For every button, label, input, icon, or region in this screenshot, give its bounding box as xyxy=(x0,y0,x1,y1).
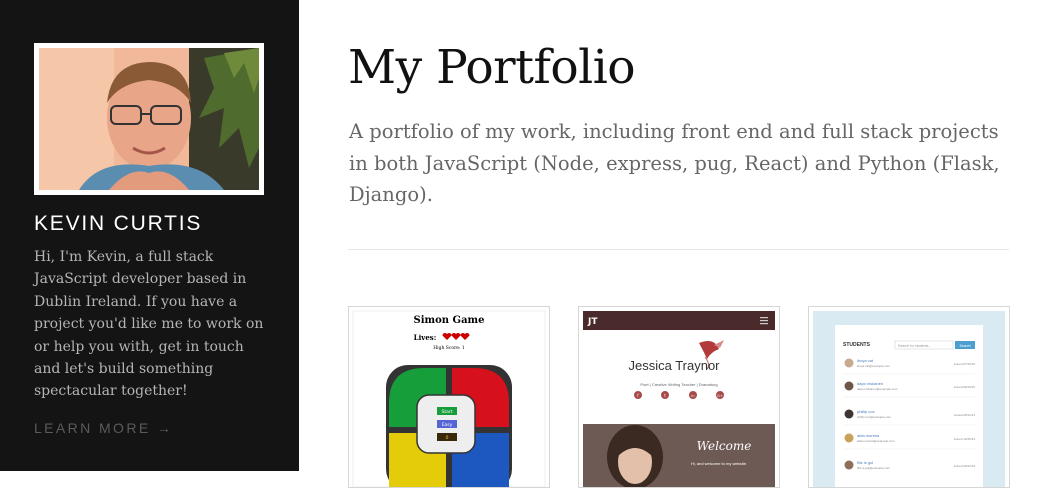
learn-more-link[interactable]: LEARN MORE → xyxy=(34,420,173,436)
svg-text:G+: G+ xyxy=(717,394,723,398)
avatar xyxy=(844,409,854,419)
svg-text:iboya vat: iboya vat xyxy=(857,358,874,363)
page-subtitle: A portfolio of my work, including front … xyxy=(349,120,1000,206)
profile-bio: Hi, I'm Kevin, a full stack JavaScript d… xyxy=(34,249,264,400)
svg-text:alda moreira: alda moreira xyxy=(857,433,880,438)
simon-title: Simon Game xyxy=(414,315,485,326)
hamburger-menu-icon[interactable] xyxy=(760,317,768,325)
project-thumbnail-students: STUDENTS Search for students... Search i… xyxy=(813,311,1005,487)
page-title: My Portfolio xyxy=(348,40,636,95)
avatar xyxy=(844,358,854,368)
project-thumbnail-jessica-traynor: JT Jessica Traynor Poet | Creative Writi… xyxy=(583,311,775,487)
portrait-photo xyxy=(607,425,663,487)
sidebar: KEVIN CURTIS Hi, I'm Kevin, a full stack… xyxy=(0,0,299,471)
project-card-simon-game[interactable]: Simon Game Lives: High Score: 1 Start Ea… xyxy=(348,306,550,488)
svg-text:Joined 07/15/15: Joined 07/15/15 xyxy=(954,362,976,366)
svg-text:Start: Start xyxy=(442,409,453,415)
jt-welcome: Welcome xyxy=(697,439,752,453)
jt-welcome-text: Hi, and welcome to my website. xyxy=(691,461,747,466)
svg-text:phillip cox: phillip cox xyxy=(857,409,875,414)
project-thumbnail-simon-game: Simon Game Lives: High Score: 1 Start Ea… xyxy=(352,310,546,487)
simon-lives-label: Lives: xyxy=(414,333,437,342)
avatar xyxy=(844,433,854,443)
jt-brand: JT xyxy=(587,317,598,327)
svg-text:alda.moreira@example.com: alda.moreira@example.com xyxy=(857,439,895,443)
avatar xyxy=(844,381,854,391)
profile-name: KEVIN CURTIS xyxy=(34,212,203,235)
svg-text:iboya.vat@example.com: iboya.vat@example.com xyxy=(857,364,890,368)
svg-text:in: in xyxy=(691,394,694,398)
svg-text:0: 0 xyxy=(446,435,449,441)
students-heading: STUDENTS xyxy=(843,342,871,348)
simon-high-score: High Score: 1 xyxy=(433,345,465,351)
svg-text:Joined 06/15/15: Joined 06/15/15 xyxy=(954,385,976,389)
svg-text:Joined 09/12/13: Joined 09/12/13 xyxy=(954,464,976,468)
svg-text:Joined 08/11/13: Joined 08/11/13 xyxy=(954,413,975,417)
avatar xyxy=(34,43,264,195)
svg-text:Easy: Easy xyxy=(442,422,453,428)
avatar xyxy=(844,460,854,470)
profile-photo xyxy=(39,48,259,190)
svg-text:Search: Search xyxy=(959,344,970,348)
svg-text:Search for students...: Search for students... xyxy=(898,344,931,348)
svg-text:phillip.cox@example.com: phillip.cox@example.com xyxy=(857,415,892,419)
jt-tagline: Poet | Creative Writing Teacher | Dramat… xyxy=(640,382,717,387)
project-card-students[interactable]: STUDENTS Search for students... Search i… xyxy=(808,306,1010,488)
divider xyxy=(348,249,1009,250)
lives-hearts-icon xyxy=(442,333,470,340)
svg-text:aapo.niskanen@example.com: aapo.niskanen@example.com xyxy=(857,387,898,391)
svg-text:aapo niskanen: aapo niskanen xyxy=(857,381,883,386)
svg-text:filiz is gul: filiz is gul xyxy=(857,460,873,465)
jt-name: Jessica Traynor xyxy=(628,358,720,373)
svg-text:Joined 12/25/13: Joined 12/25/13 xyxy=(954,437,976,441)
svg-text:filiz.is.gul@example.com: filiz.is.gul@example.com xyxy=(857,466,891,470)
project-card-jessica-traynor[interactable]: JT Jessica Traynor Poet | Creative Writi… xyxy=(578,306,780,488)
